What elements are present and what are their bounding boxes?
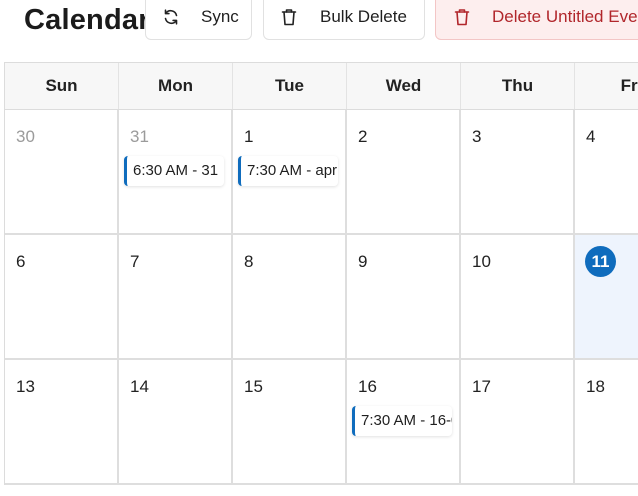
calendar-week: 30 31 6:30 AM - 31 1 7:30 AM - april 2 3… (5, 110, 638, 235)
day-cell[interactable]: 7 (119, 235, 233, 358)
day-cell[interactable]: 9 (347, 235, 461, 358)
day-number: 9 (358, 252, 368, 271)
day-of-week-sun: Sun (5, 63, 119, 109)
calendar-event[interactable]: 6:30 AM - 31 (124, 156, 224, 186)
sync-button[interactable]: Sync (145, 0, 252, 40)
trash-icon (279, 7, 299, 27)
day-cell-today[interactable]: 11 (575, 235, 638, 358)
day-number: 31 (130, 127, 149, 146)
day-of-week-header: Sun Mon Tue Wed Thu Fri (5, 63, 638, 110)
day-cell[interactable]: 30 (5, 110, 119, 233)
calendar-week: 13 14 15 16 7:30 AM - 16-04 17 18 (5, 360, 638, 485)
day-number: 3 (472, 127, 482, 146)
day-number: 13 (16, 377, 35, 396)
sync-button-label: Sync (201, 7, 239, 26)
day-cell[interactable]: 2 (347, 110, 461, 233)
day-number: 18 (586, 377, 605, 396)
day-cell[interactable]: 13 (5, 360, 119, 483)
day-number: 17 (472, 377, 491, 396)
day-cell[interactable]: 4 (575, 110, 638, 233)
day-number: 14 (130, 377, 149, 396)
day-number: 4 (586, 127, 596, 146)
day-number: 2 (358, 127, 368, 146)
day-of-week-fri: Fri (575, 63, 638, 109)
calendar-event[interactable]: 7:30 AM - april (238, 156, 338, 186)
day-cell[interactable]: 15 (233, 360, 347, 483)
day-of-week-thu: Thu (461, 63, 575, 109)
day-cell[interactable]: 6 (5, 235, 119, 358)
day-number: 10 (472, 252, 491, 271)
day-number: 6 (16, 252, 26, 271)
day-cell[interactable]: 3 (461, 110, 575, 233)
page-title: Calendar (24, 4, 150, 36)
day-cell[interactable]: 17 (461, 360, 575, 483)
day-cell[interactable]: 18 (575, 360, 638, 483)
day-cell[interactable]: 16 7:30 AM - 16-04 (347, 360, 461, 483)
day-cell[interactable]: 8 (233, 235, 347, 358)
day-number: 15 (244, 377, 263, 396)
day-of-week-tue: Tue (233, 63, 347, 109)
day-cell[interactable]: 31 6:30 AM - 31 (119, 110, 233, 233)
delete-untitled-events-button-label: Delete Untitled Events (492, 7, 638, 26)
day-of-week-mon: Mon (119, 63, 233, 109)
delete-untitled-events-button[interactable]: Delete Untitled Events (435, 0, 638, 40)
today-badge: 11 (585, 246, 616, 277)
calendar-week: 6 7 8 9 10 11 (5, 235, 638, 360)
day-number: 1 (244, 127, 254, 146)
calendar-page: Calendar Sync Bulk Delete Delete Untitle… (0, 0, 638, 496)
day-cell[interactable]: 1 7:30 AM - april (233, 110, 347, 233)
calendar-event[interactable]: 7:30 AM - 16-04 (352, 406, 452, 436)
sync-icon (161, 7, 181, 27)
calendar-grid: Sun Mon Tue Wed Thu Fri 30 31 6:30 AM - … (4, 62, 638, 485)
day-cell[interactable]: 10 (461, 235, 575, 358)
day-number: 16 (358, 377, 377, 396)
day-of-week-wed: Wed (347, 63, 461, 109)
day-cell[interactable]: 14 (119, 360, 233, 483)
day-number: 8 (244, 252, 254, 271)
bulk-delete-button-label: Bulk Delete (320, 7, 407, 26)
bulk-delete-button[interactable]: Bulk Delete (263, 0, 425, 40)
day-number: 7 (130, 252, 140, 271)
trash-icon (452, 7, 472, 27)
day-number: 30 (16, 127, 35, 146)
